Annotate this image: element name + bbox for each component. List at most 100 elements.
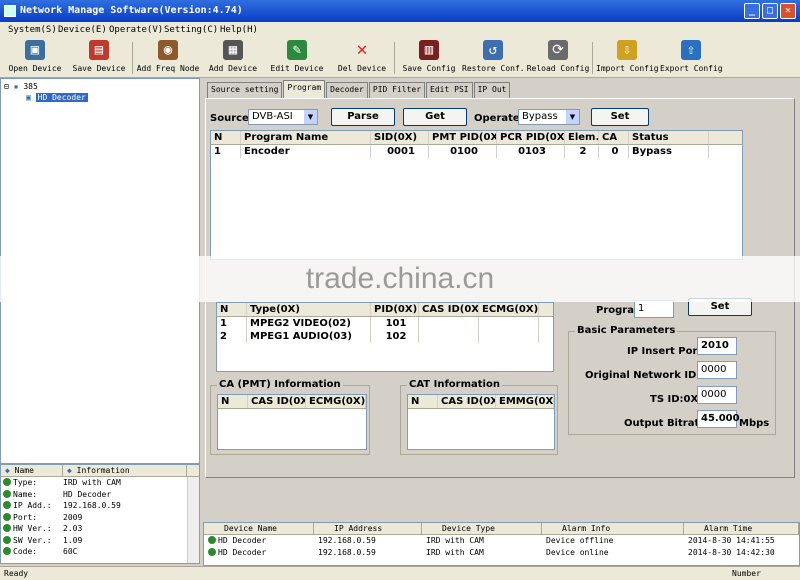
menu-help[interactable]: Help(H) [220,22,258,38]
save-config-icon: ▥ [419,40,439,60]
basic-parameters-title: Basic Parameters [575,325,678,336]
hw-icon [3,524,11,532]
prop-row: Code: 60C [1,546,199,558]
table-row[interactable]: 1 Encoder 0001 0100 0103 2 0 Bypass [211,145,742,158]
toolbar: ▣ Open Device ▤ Save Device ◉ Add Freq N… [0,38,800,78]
menu-system[interactable]: System(S) [8,22,57,38]
tree-node-device[interactable]: ▣ HD Decoder [4,93,196,102]
reload-config-button[interactable]: ⟳ Reload Config [526,40,590,76]
table-row[interactable]: 2 MPEG1 AUDIO(03) 102 [217,330,553,343]
tab-edit-psi[interactable]: Edit PSI [426,82,473,98]
ip-insert-port-input[interactable]: 2010 [697,337,737,355]
tab-decoder[interactable]: Decoder [326,82,368,98]
chevron-down-icon[interactable]: ▼ [566,110,579,124]
maximize-button[interactable]: □ [762,3,778,19]
tab-program[interactable]: Program [283,80,326,98]
ip-icon [3,501,11,509]
alarm-row[interactable]: HD Decoder 192.168.0.59 IRD with CAM Dev… [204,535,799,547]
menu-bar: System(S) Device(E) Operate(V) Setting(C… [0,22,800,38]
props-header-name: ◆ Name [1,465,63,476]
status-text: Ready [4,569,29,578]
save-device-button[interactable]: ▤ Save Device [70,40,128,76]
chevron-down-icon[interactable]: ▼ [304,110,317,124]
operate-label: Operate: [474,113,524,124]
restore-config-button[interactable]: ↺ Restore Conf. [462,40,525,76]
basic-parameters-group: Basic Parameters IP Insert Port: 2010 Or… [568,325,776,435]
alarm-status-icon [208,548,216,556]
cat-table: N CAS ID(0X) EMMG(0X) [407,394,555,450]
import-config-button[interactable]: ⇩ Import Config [596,40,659,76]
save-config-button[interactable]: ▥ Save Config [400,40,458,76]
table-row[interactable]: 1 MPEG2 VIDEO(02) 101 [217,317,553,330]
add-freq-node-button[interactable]: ◉ Add Freq Node [136,40,200,76]
get-button[interactable]: Get [403,108,467,126]
elementary-stream-table: N Type(0X) PID(0X) CAS ID(0X) ECMG(0X) 1… [216,302,554,372]
name-icon [3,489,11,498]
alarm-header-type: Device Type [422,523,542,534]
tab-pid-filter[interactable]: PID Filter [368,82,426,98]
close-button[interactable]: ✕ [780,3,796,19]
open-device-button[interactable]: ▣ Open Device [6,40,64,76]
open-device-icon: ▣ [25,40,45,60]
prop-row: IP Add.: 192.168.0.59 [1,500,199,512]
tab-source-setting[interactable]: Source setting [207,82,283,98]
expand-icon[interactable]: ⊟ [4,82,9,91]
app-icon [4,5,16,17]
bitrate-unit: Mbps [739,418,770,429]
tree-node-root[interactable]: ⊟ ▪ 385 [4,82,196,91]
cat-group: CAT Information N CAS ID(0X) EMMG(0X) [400,379,558,455]
alarm-list: Device Name IP Address Device Type Alarm… [203,522,800,566]
alarm-header-info: Alarm Info [542,523,684,534]
status-bar: Ready Number [0,566,800,580]
program-input[interactable]: 1 [634,300,674,318]
tab-strip: Source setting Program Decoder PID Filte… [207,80,511,98]
status-number: Number [732,569,761,578]
alarm-header-time: Alarm Time [684,523,799,534]
import-config-icon: ⇩ [617,40,637,60]
program-table: N Program Name SID(0X) PMT PID(0X) PCR P… [210,130,743,260]
program-set-button[interactable]: Set [688,298,752,316]
save-device-icon: ▤ [89,40,109,60]
props-header-info: ◆ Information [63,465,187,476]
menu-device[interactable]: Device(E) [58,22,107,38]
reload-config-icon: ⟳ [548,40,568,60]
output-bitrate-input[interactable]: 45.000 [697,410,740,428]
alarm-header-device-name: Device Name [204,523,314,534]
prop-row: SW Ver.: 1.09 [1,535,199,547]
prop-row: Type: IRD with CAM [1,477,199,489]
ts-id-input[interactable]: 0000 [697,386,737,404]
prop-row: Name: HD Decoder [1,489,199,501]
info-header-icon: ◆ [67,466,72,475]
menu-setting[interactable]: Setting(C) [164,22,218,38]
operate-select[interactable]: Bypass ▼ [518,109,580,125]
program-page: Source: DVB-ASI ▼ Parse Get Operate: Byp… [205,98,795,478]
set-button[interactable]: Set [591,108,649,126]
main-panel: Source setting Program Decoder PID Filte… [203,78,800,520]
tab-ip-out[interactable]: IP Out [473,82,511,98]
name-header-icon: ◆ [5,466,10,475]
port-icon [3,512,11,521]
parse-button[interactable]: Parse [331,108,395,126]
source-label: Source: [210,113,253,124]
delete-device-button[interactable]: ✕ Del Device [334,40,390,76]
add-device-button[interactable]: ▦ Add Device [204,40,262,76]
properties-panel: ◆ Name ◆ Information Type: IRD with CAM N… [0,464,200,564]
original-network-id-input[interactable]: 0000 [697,361,737,379]
alarm-row[interactable]: HD Decoder 192.168.0.59 IRD with CAM Dev… [204,547,799,559]
props-scrollbar[interactable] [187,477,199,563]
edit-device-icon: ✎ [287,40,307,60]
edit-device-button[interactable]: ✎ Edit Device [266,40,328,76]
minimize-button[interactable]: _ [744,3,760,19]
ca-pmt-table: N CAS ID(0X) ECMG(0X) [217,394,367,450]
delete-device-icon: ✕ [356,39,368,60]
prop-row: HW Ver.: 2.03 [1,523,199,535]
device-tree-panel: ⊟ ▪ 385 ▣ HD Decoder [0,78,200,464]
alarm-status-icon [208,536,216,544]
source-select[interactable]: DVB-ASI ▼ [248,109,318,125]
alarm-header-ip: IP Address [314,523,422,534]
export-config-button[interactable]: ⇧ Export Config [660,40,723,76]
menu-operate[interactable]: Operate(V) [109,22,163,38]
add-device-icon: ▦ [223,40,243,60]
prop-row: Port: 2009 [1,512,199,524]
restore-config-icon: ↺ [483,40,503,60]
